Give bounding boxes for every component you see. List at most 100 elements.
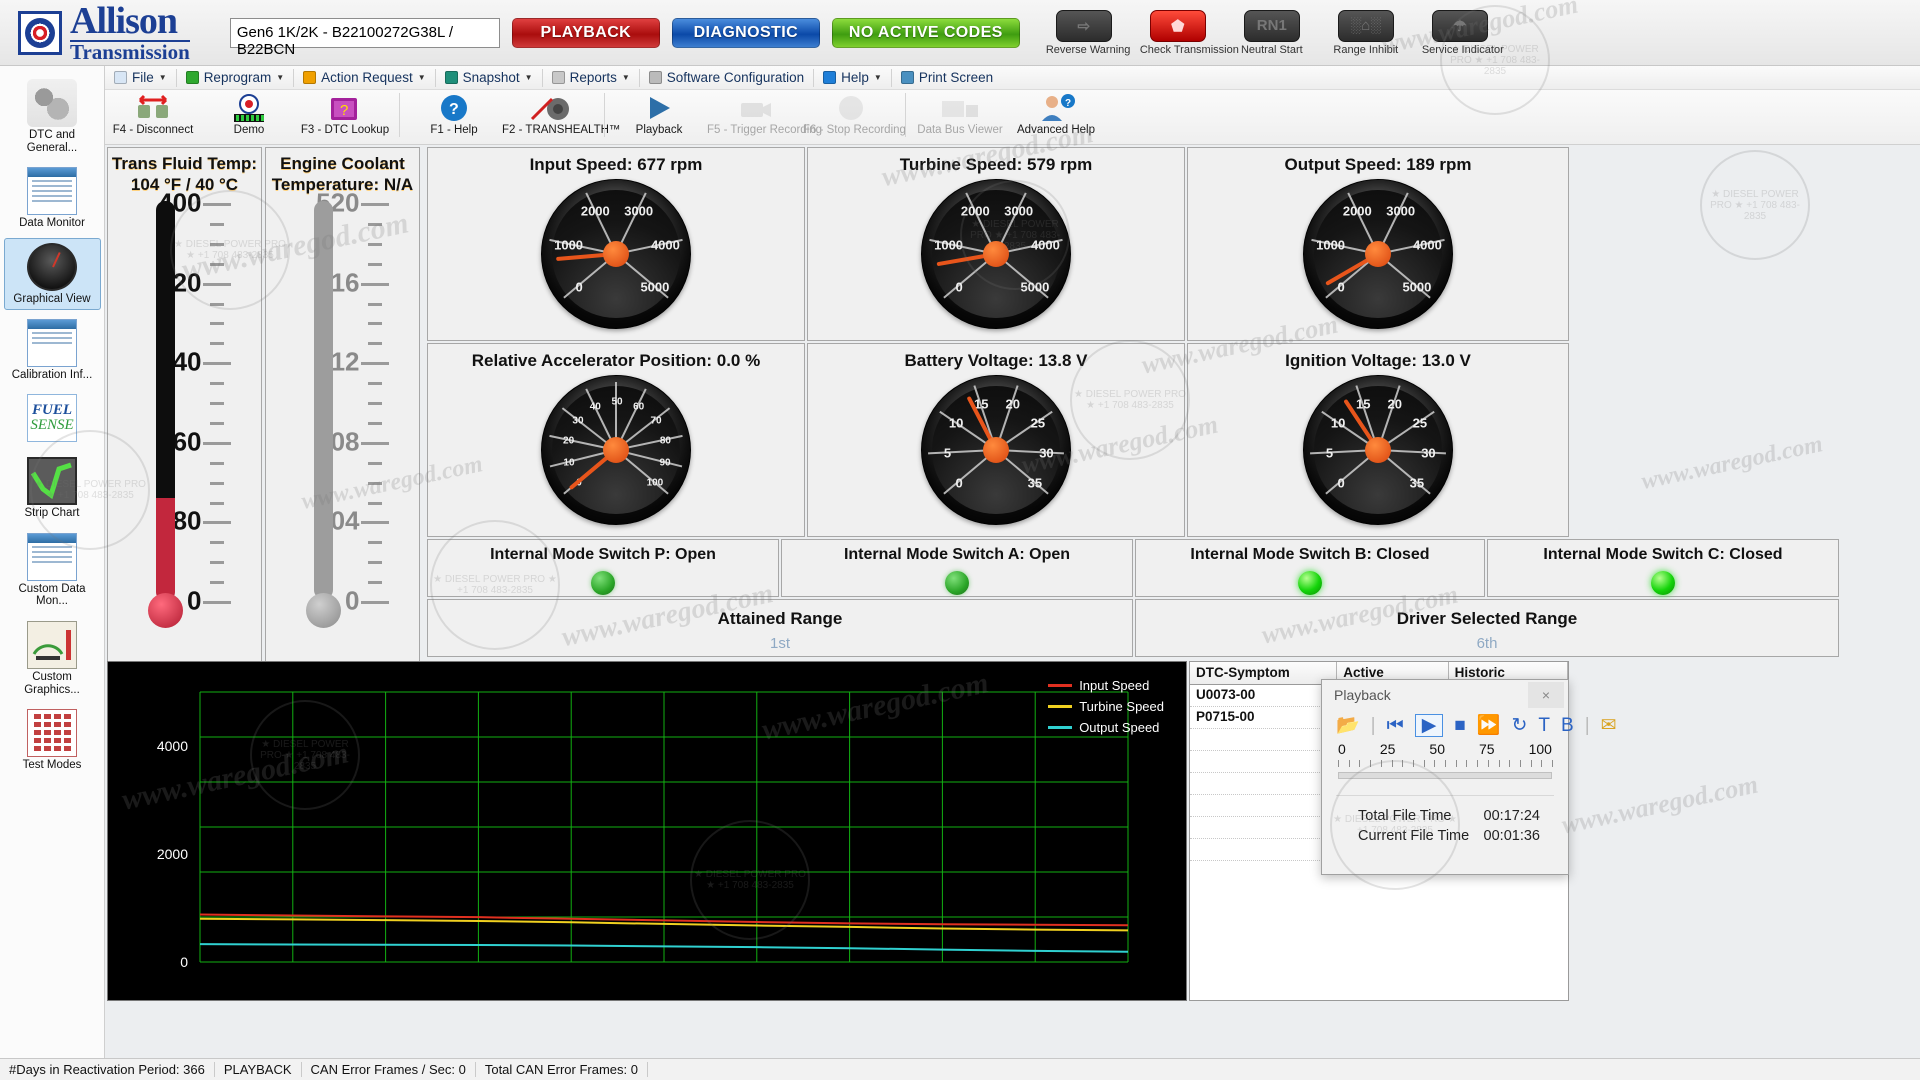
- gauge-tick-label: 2000: [960, 203, 990, 218]
- tick-minor: [367, 382, 382, 386]
- table-cell: U0073-00: [1190, 685, 1338, 706]
- chevron-down-icon[interactable]: ▼: [874, 73, 882, 82]
- vehicle-id-field[interactable]: Gen6 1K/2K - B22100272G38L / B22BCN: [229, 17, 500, 58]
- toolbar-demo[interactable]: Demo: [201, 90, 297, 136]
- stop-recording-icon: [803, 92, 899, 124]
- tick-major: [202, 601, 231, 604]
- sidebar-item-fuel-sense[interactable]: FUEL SENSE: [4, 389, 101, 448]
- menu-print-screen[interactable]: Print Screen: [892, 67, 1002, 89]
- tick-major: [360, 601, 389, 604]
- bottom-marker-button[interactable]: B: [1561, 716, 1574, 735]
- chevron-down-icon[interactable]: ▼: [159, 73, 167, 82]
- svg-text:0: 0: [180, 954, 188, 970]
- fast-forward-button[interactable]: ⏩: [1477, 716, 1501, 735]
- toolbar-f1-help[interactable]: ? F1 - Help: [406, 90, 502, 136]
- dtc-column-header[interactable]: DTC-Symptom: [1190, 662, 1338, 684]
- sidebar-item-test-modes[interactable]: Test Modes: [4, 704, 101, 776]
- stop-button[interactable]: ■: [1454, 716, 1465, 735]
- play-button[interactable]: ▶: [1414, 714, 1444, 737]
- sidebar-item-data-monitor[interactable]: Data Monitor: [4, 162, 101, 234]
- indicator-4[interactable]: ☂ Service Indicator: [1421, 9, 1504, 56]
- gauge-dial[interactable]: 0 5 10 15 20 25 30 35: [1303, 375, 1453, 525]
- toolbar-f3-dtc-lookup[interactable]: ? F3 - DTC Lookup: [297, 90, 393, 136]
- tick-minor: [209, 421, 224, 425]
- playback-window[interactable]: Playback × 📂 | ⏮ ▶ ■ ⏩ ↻ T B | ✉ 0 25 50 75 100 Total …: [1321, 679, 1617, 875]
- scale-tick: [1423, 760, 1425, 767]
- switch-led: [945, 571, 969, 595]
- open-file-button[interactable]: 📂: [1336, 716, 1360, 735]
- toolbar-f2-transhealth[interactable]: F2 - TRANSHEALTH™: [502, 90, 620, 136]
- tick-minor: [209, 222, 224, 226]
- scale-tick: [1391, 760, 1393, 767]
- gears-icon: [27, 79, 77, 127]
- toolbar-advanced-help[interactable]: ? Advanced Help: [1008, 90, 1104, 136]
- chevron-down-icon[interactable]: ▼: [276, 73, 284, 82]
- gauge-dial[interactable]: 0 5 10 15 20 25 30 35: [921, 375, 1071, 525]
- action-request-icon: [303, 71, 317, 84]
- menu-file[interactable]: File ▼: [105, 67, 176, 89]
- tick-minor: [209, 402, 224, 405]
- indicator-1[interactable]: ⬟ Check Transmission: [1140, 9, 1239, 56]
- menu-reprogram[interactable]: Reprogram ▼: [177, 67, 293, 89]
- menu-snapshot[interactable]: Snapshot ▼: [436, 67, 542, 89]
- indicator-3[interactable]: ░⌂░ Range Inhibit: [1328, 9, 1404, 56]
- switch-led: [1298, 571, 1322, 595]
- legend-swatch: [1048, 684, 1073, 687]
- gauge-hub: [603, 241, 629, 267]
- menu-label: Reports: [569, 70, 617, 85]
- gauge-tick-label: 5000: [1402, 279, 1432, 295]
- tick-minor: [367, 501, 382, 505]
- sidebar-item-custom-data-mon[interactable]: Custom Data Mon...: [4, 528, 101, 612]
- engine-coolant-temp-panel: Engine Coolant Temperature: N/A 520 416 31…: [265, 147, 420, 662]
- chevron-down-icon[interactable]: ▼: [525, 73, 533, 82]
- gauge-tick-label: 20: [1387, 396, 1402, 412]
- table-cell: [1190, 729, 1338, 750]
- strip-chart[interactable]: 0 2000 4000 Input Speed Turbine Speed Output…: [107, 661, 1187, 1001]
- tick-minor: [367, 402, 382, 405]
- tick-minor: [209, 541, 224, 545]
- gauge-dial[interactable]: 0 1000 2000 3000 4000 5000: [1303, 179, 1453, 329]
- table-cell: [1190, 773, 1338, 794]
- legend-item: Input Speed: [1048, 678, 1164, 693]
- toolbar-playback[interactable]: Playback: [611, 90, 707, 136]
- indicator-2[interactable]: RN1 Neutral Start: [1234, 9, 1310, 56]
- gauge-tick-label: 0: [575, 279, 583, 295]
- sidebar-item-label: Data Monitor: [19, 217, 85, 230]
- scale-tick: [1338, 760, 1339, 767]
- tick-major: [202, 521, 231, 525]
- rewind-to-start-button[interactable]: ⏮: [1387, 716, 1404, 735]
- chevron-down-icon[interactable]: ▼: [622, 73, 630, 82]
- toolbar-f6-stop-recording: F6 - Stop Recording: [803, 90, 906, 136]
- gauge-dial[interactable]: 0 1000 2000 3000 4000 5000: [541, 179, 691, 329]
- sidebar-item-graphical-view[interactable]: Graphical View: [3, 237, 101, 310]
- close-icon[interactable]: ×: [1528, 682, 1564, 708]
- thermometer-bulb: [305, 593, 341, 628]
- sidebar-item-strip-chart[interactable]: Strip Chart: [4, 452, 101, 524]
- indicator-0[interactable]: ⇨ Reverse Warning: [1046, 9, 1130, 56]
- menu-help[interactable]: Help ▼: [814, 67, 891, 89]
- chevron-down-icon[interactable]: ▼: [418, 73, 426, 82]
- menu-software-configuration[interactable]: Software Configuration: [640, 67, 813, 89]
- email-button[interactable]: ✉: [1601, 716, 1617, 735]
- status-badge-diagnostic[interactable]: DIAGNOSTIC: [671, 17, 820, 48]
- menu-action-request[interactable]: Action Request ▼: [294, 67, 434, 89]
- loop-button[interactable]: ↻: [1512, 716, 1528, 735]
- status-badge-codes[interactable]: NO ACTIVE CODES: [831, 17, 1020, 48]
- sidebar-item-calibration-inf[interactable]: Calibration Inf...: [4, 314, 101, 386]
- playback-slider[interactable]: [1338, 772, 1552, 779]
- status-badge-playback[interactable]: PLAYBACK: [511, 17, 660, 48]
- indicator-label: Service Indicator: [1421, 43, 1504, 56]
- gauge-dial[interactable]: 0 1000 2000 3000 4000 5000: [921, 179, 1071, 329]
- file-icon: [114, 71, 127, 84]
- demo-icon: [201, 92, 297, 124]
- gauge-tick-label: 100: [646, 477, 664, 489]
- sidebar-item-custom-graphics[interactable]: Custom Graphics...: [4, 616, 101, 700]
- scale-tick: [1552, 760, 1553, 767]
- sidebar-item-dtc-and-general[interactable]: DTC and General...: [4, 74, 101, 158]
- neutral-start-icon: RN1: [1243, 9, 1300, 42]
- gauge-dial[interactable]: 0102030405060708090100: [541, 375, 691, 525]
- top-marker-button[interactable]: T: [1538, 716, 1550, 735]
- legend-label: Turbine Speed: [1079, 699, 1164, 714]
- toolbar-f4-disconnect[interactable]: F4 - Disconnect: [105, 90, 201, 136]
- menu-reports[interactable]: Reports ▼: [543, 67, 639, 89]
